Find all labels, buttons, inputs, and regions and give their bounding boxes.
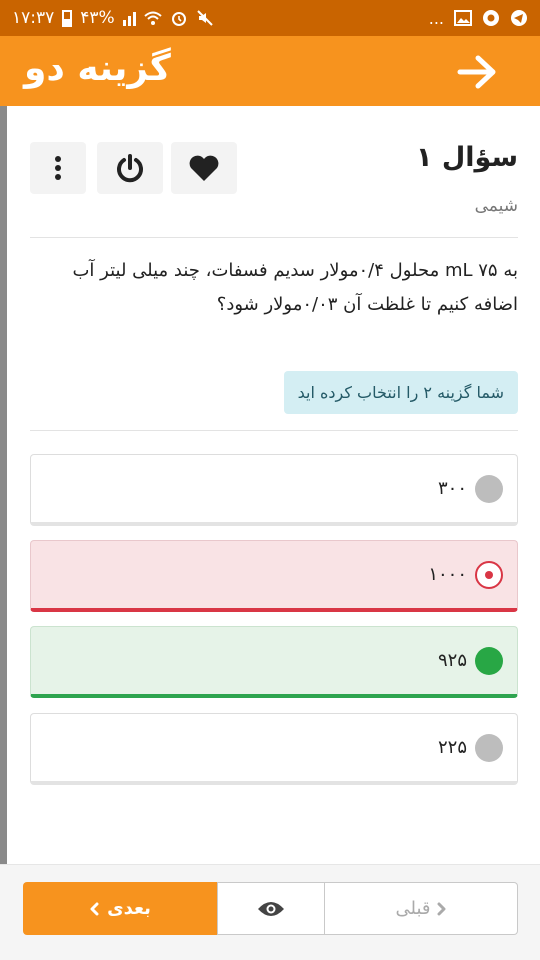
bottom-nav: بعدی قبلی	[0, 864, 540, 960]
more-notifications: ...	[428, 8, 444, 28]
option-label: ۳۰۰	[437, 478, 467, 499]
radio-icon	[475, 733, 503, 762]
option-4[interactable]: ۲۲۵	[30, 713, 518, 785]
divider	[30, 237, 518, 238]
battery-percent: ۴۳%	[80, 8, 115, 28]
option-label: ۱۰۰۰	[428, 564, 467, 585]
show-answer-button[interactable]	[217, 882, 325, 935]
chevron-right-icon	[437, 902, 445, 915]
chrome-icon	[482, 9, 500, 27]
divider	[30, 430, 518, 431]
next-button[interactable]: بعدی	[23, 882, 217, 935]
question-subject: شیمی	[474, 196, 518, 216]
question-title: سؤال ۱	[415, 142, 518, 173]
correct-answer-icon	[475, 646, 503, 675]
app-logo: گزینه دو	[24, 48, 172, 89]
heart-icon	[189, 155, 219, 181]
status-time: ۱۷:۳۷	[12, 8, 55, 28]
mute-icon	[196, 9, 214, 27]
status-bar: ۱۷:۳۷ ۴۳% ...	[0, 0, 540, 36]
option-1[interactable]: ۳۰۰	[30, 454, 518, 526]
power-button[interactable]	[97, 142, 163, 194]
radio-icon	[475, 474, 503, 503]
signal-icon	[122, 10, 136, 26]
favorite-button[interactable]	[171, 142, 237, 194]
previous-label: قبلی	[395, 898, 431, 919]
kebab-menu-icon	[55, 156, 61, 180]
wifi-icon	[144, 9, 162, 27]
option-2[interactable]: ۱۰۰۰	[30, 540, 518, 612]
option-3[interactable]: ۹۲۵	[30, 626, 518, 698]
question-card: سؤال ۱ شیمی به ۷۵ mL محلول ۰/۴مولار سدیم…	[7, 106, 540, 864]
telegram-icon	[510, 9, 528, 27]
app-bar: گزینه دو	[0, 36, 540, 106]
chevron-left-icon	[90, 902, 99, 915]
status-left: ۱۷:۳۷ ۴۳%	[12, 0, 214, 36]
radio-selected-icon	[475, 560, 503, 589]
next-label: بعدی	[107, 898, 151, 919]
previous-button[interactable]: قبلی	[325, 882, 518, 935]
option-label: ۲۲۵	[437, 737, 467, 758]
more-options-button[interactable]	[30, 142, 86, 194]
status-right: ...	[429, 0, 528, 36]
gallery-icon	[454, 9, 472, 27]
power-icon	[117, 154, 143, 183]
back-arrow-icon[interactable]	[456, 52, 500, 92]
battery-icon	[62, 9, 73, 27]
alarm-icon	[170, 9, 188, 27]
question-text: به ۷۵ mL محلول ۰/۴مولار سدیم فسفات، چند …	[72, 260, 518, 315]
selection-notice: شما گزینه ۲ را انتخاب کرده اید	[283, 371, 518, 414]
left-rail	[0, 106, 7, 864]
option-label: ۹۲۵	[437, 650, 467, 671]
eye-icon	[258, 901, 284, 916]
